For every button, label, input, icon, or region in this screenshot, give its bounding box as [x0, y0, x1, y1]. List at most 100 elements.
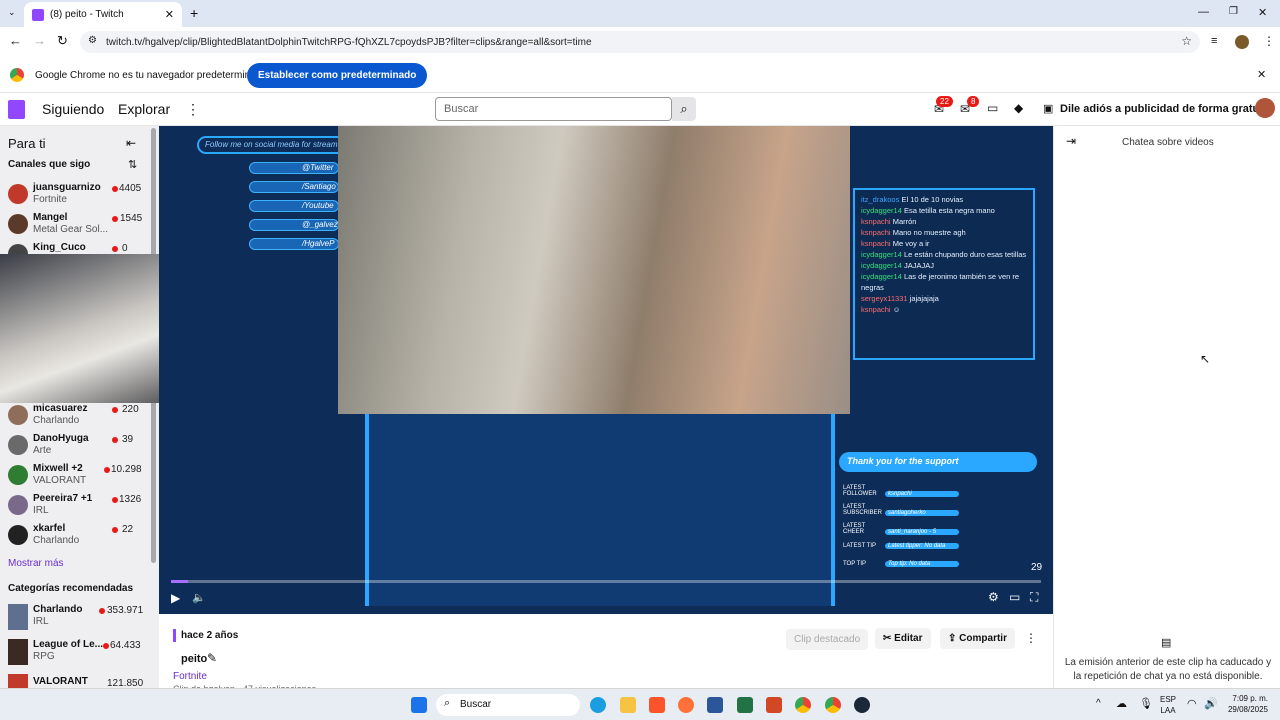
- inbox-badge: 8: [967, 96, 980, 107]
- category-sub: IRL: [33, 616, 49, 627]
- wifi-icon[interactable]: ◠: [1187, 697, 1197, 710]
- browser-tab[interactable]: (8) peito - Twitch ✕: [24, 2, 182, 27]
- video-player[interactable]: Follow me on social media for stream up …: [159, 126, 1053, 614]
- support-row: LATEST FOLLOWER ksnpachi: [843, 485, 1023, 497]
- file-explorer-icon[interactable]: [620, 697, 636, 713]
- profile-avatar-icon[interactable]: [1235, 35, 1249, 49]
- channel-item[interactable]: DanoHyuga Arte 39: [0, 432, 150, 462]
- restore-icon[interactable]: ❐: [1229, 6, 1238, 17]
- category-item[interactable]: VALORANT 121.850: [0, 673, 150, 688]
- clip-info: hace 2 años peito ✎ Fortnite Clip de hga…: [159, 614, 1053, 694]
- search-button[interactable]: ⌕: [672, 97, 696, 121]
- start-icon[interactable]: [411, 697, 427, 713]
- firefox-icon[interactable]: [678, 697, 694, 713]
- taskbar-search[interactable]: ⌕ Buscar: [436, 694, 580, 716]
- set-default-button[interactable]: Establecer como predeterminado: [247, 63, 428, 88]
- powerpoint-icon[interactable]: [766, 697, 782, 713]
- crown-icon[interactable]: ◆: [1014, 101, 1023, 115]
- play-icon[interactable]: ▶: [171, 591, 180, 605]
- forward-icon[interactable]: →: [33, 33, 46, 48]
- viewer-count: 10.298: [111, 464, 142, 475]
- chat-line: ksnpachi ☺: [861, 305, 901, 314]
- edit-title-icon[interactable]: ✎: [207, 651, 217, 665]
- taskbar-search-icon: ⌕: [444, 697, 451, 709]
- site-info-icon[interactable]: ⚙: [88, 35, 97, 46]
- lang-indicator[interactable]: ESP LAA: [1160, 694, 1176, 716]
- collapse-sidebar-icon[interactable]: ⇤: [126, 136, 136, 150]
- support-row: LATEST SUBSCRIBER santiagoherko: [843, 504, 1023, 516]
- sort-icon[interactable]: ⇅: [128, 158, 137, 171]
- channel-game: Fortnite: [33, 194, 67, 205]
- channel-game: Metal Gear Sol...: [33, 224, 109, 235]
- more-menu-icon[interactable]: ⋮: [186, 101, 200, 118]
- channel-name: Peereira7 +1: [33, 493, 93, 504]
- speaker-icon[interactable]: 🔊: [1204, 697, 1218, 710]
- clock[interactable]: 7:09 p. m. 29/08/2025: [1222, 693, 1268, 715]
- edge-icon[interactable]: [590, 697, 606, 713]
- volume-icon[interactable]: 🔈: [192, 591, 206, 604]
- clip-more-icon[interactable]: ⋮: [1025, 631, 1037, 645]
- search-input[interactable]: Buscar: [435, 97, 672, 121]
- tray-chevron-icon[interactable]: ^: [1096, 698, 1101, 709]
- channel-item[interactable]: micasuarez Charlando 220: [0, 402, 150, 432]
- mouse-cursor-icon: ↖: [1200, 352, 1211, 366]
- channel-item[interactable]: Mangel Metal Gear Sol... 1545: [0, 211, 150, 241]
- channel-item[interactable]: juansguarnizo Fortnite 4405: [0, 181, 150, 211]
- tab-list-chevron-icon[interactable]: ⌄: [8, 7, 16, 18]
- channel-item[interactable]: Mixwell +2 VALORANT 10.298: [0, 462, 150, 492]
- excel-icon[interactable]: [737, 697, 753, 713]
- ad-free-link[interactable]: Dile adiós a publicidad de forma gratuit…: [1060, 103, 1272, 115]
- avatar: [8, 405, 28, 425]
- infobar-text: Google Chrome no es tu navegador predete…: [35, 70, 267, 81]
- bookmark-star-icon[interactable]: ☆: [1181, 34, 1192, 48]
- channel-game: Charlando: [33, 415, 80, 426]
- edit-button[interactable]: ✂ Editar: [875, 628, 931, 649]
- viewer-count: 1545: [120, 213, 143, 224]
- tab-close-icon[interactable]: ✕: [165, 8, 174, 21]
- tray-mic-icon[interactable]: 🎙: [1139, 697, 1153, 710]
- channel-game: VALORANT: [33, 475, 87, 486]
- progress-track[interactable]: [171, 580, 1041, 583]
- brave-icon[interactable]: [649, 697, 665, 713]
- browser-menu-icon[interactable]: ⋮: [1263, 34, 1275, 48]
- theater-mode-icon[interactable]: ▭: [1009, 590, 1020, 604]
- share-button[interactable]: ⇪ Compartir: [940, 628, 1015, 649]
- collapse-chat-icon[interactable]: ⇥: [1066, 134, 1076, 148]
- live-dot-icon: [99, 608, 105, 614]
- clock-time: 7:09 p. m.: [1232, 694, 1268, 703]
- channel-item[interactable]: Peereira7 +1 IRL 1326: [0, 492, 150, 522]
- infobar-close-icon[interactable]: ✕: [1257, 68, 1266, 81]
- channel-item[interactable]: xkarfel Charlando 22: [0, 522, 150, 552]
- whispers-icon[interactable]: ▭: [987, 101, 998, 115]
- user-avatar[interactable]: [1255, 98, 1275, 118]
- category-item[interactable]: League of Le... RPG 64.433: [0, 638, 150, 668]
- progress-fill: [171, 580, 189, 583]
- address-bar[interactable]: ⚙ twitch.tv/hgalvep/clip/BlightedBlatant…: [80, 31, 1200, 53]
- new-tab-icon[interactable]: +: [190, 5, 198, 21]
- chrome-profile-icon[interactable]: [825, 697, 841, 713]
- clip-game-link[interactable]: Fortnite: [173, 671, 207, 682]
- social-tag: @Twitter: [249, 162, 339, 174]
- nav-following[interactable]: Siguiendo: [42, 101, 104, 117]
- twitch-logo-icon[interactable]: [8, 100, 25, 119]
- featured-clip-button[interactable]: Clip destacado: [786, 629, 869, 650]
- category-name: League of Le...: [33, 639, 104, 650]
- word-icon[interactable]: [707, 697, 723, 713]
- show-more-link[interactable]: Mostrar más: [8, 558, 64, 569]
- reload-icon[interactable]: ↻: [57, 33, 68, 49]
- nav-explore[interactable]: Explorar: [118, 101, 170, 117]
- fullscreen-icon[interactable]: ⛶: [1030, 590, 1038, 605]
- chrome-icon[interactable]: [795, 697, 811, 713]
- window-close-icon[interactable]: ✕: [1258, 6, 1267, 19]
- minimize-icon[interactable]: —: [1198, 6, 1209, 18]
- avatar: [8, 435, 28, 455]
- chat-line: ksnpachi Marrón: [861, 217, 917, 226]
- settings-icon[interactable]: ⚙: [988, 590, 999, 604]
- media-control-icon[interactable]: ≡: [1211, 35, 1217, 47]
- viewer-count: 353.971: [107, 605, 144, 616]
- avatar: [8, 525, 28, 545]
- back-icon[interactable]: ←: [9, 33, 22, 48]
- category-item[interactable]: Charlando IRL 353.971: [0, 603, 150, 633]
- tray-cloud-icon[interactable]: ☁: [1116, 697, 1127, 710]
- steam-icon[interactable]: [854, 697, 870, 713]
